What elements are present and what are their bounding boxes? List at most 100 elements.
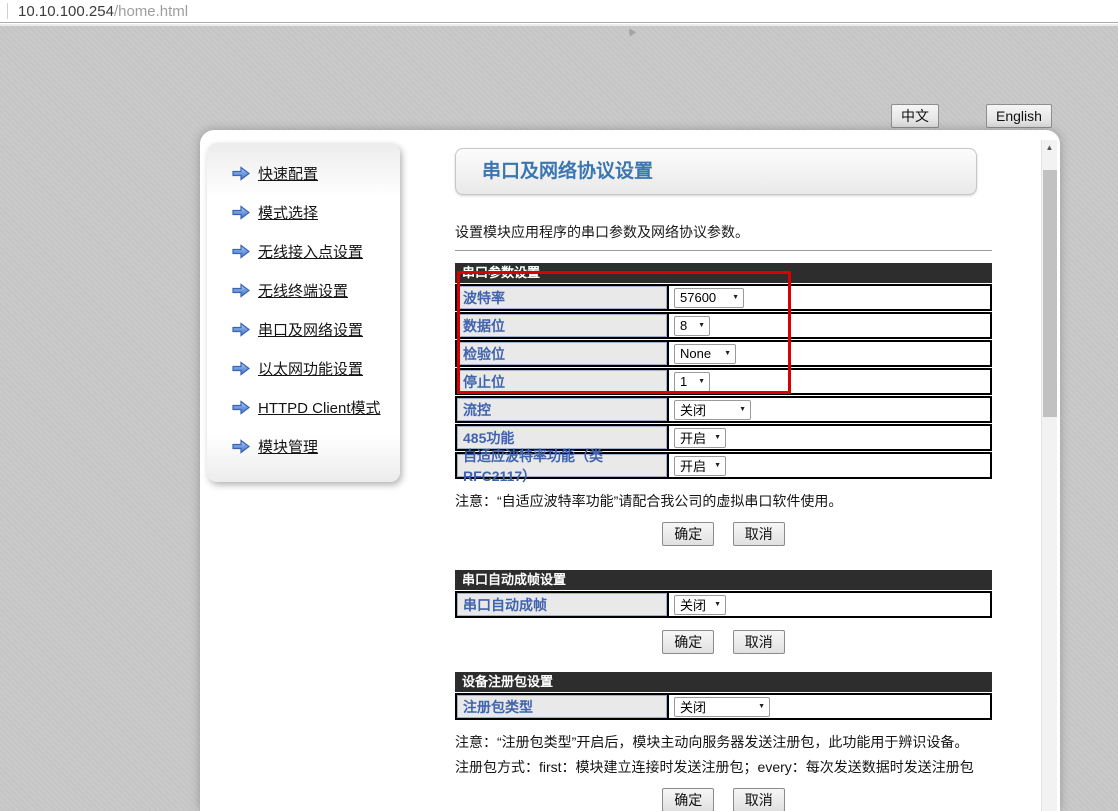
sidebar-item[interactable]: HTTPD Client模式: [232, 388, 400, 427]
sidebar-link[interactable]: 串口及网络设置: [258, 319, 363, 340]
cancel-button[interactable]: 取消: [733, 788, 785, 811]
param-value-cell: 开启 ▼: [669, 454, 990, 477]
dropdown-caret-icon: ▼: [724, 350, 731, 357]
sidebar-link[interactable]: 无线接入点设置: [258, 241, 363, 262]
sidebar-link[interactable]: 模块管理: [258, 436, 318, 457]
content-panel: 快速配置 模式选择 无线接入点设置 无线终端设置: [200, 130, 1060, 811]
table-row: 数据位 8 ▼: [455, 312, 992, 339]
settings-section: 设备注册包设置 注册包类型 关闭 ▼ 注意：“注册包类型”开启后，模块主动向服务…: [455, 672, 992, 811]
settings-section: 串口参数设置 波特率 57600 ▼ 数据位 8 ▼ 检验位 None ▼: [455, 263, 992, 546]
sidebar-link[interactable]: 无线终端设置: [258, 280, 348, 301]
settings-table: 串口参数设置 波特率 57600 ▼ 数据位 8 ▼ 检验位 None ▼: [455, 263, 992, 479]
param-select[interactable]: 开启 ▼: [674, 428, 726, 448]
param-select[interactable]: 开启 ▼: [674, 456, 726, 476]
chinese-language-button[interactable]: 中文: [891, 104, 939, 128]
main-content: 串口及网络协议设置 设置模块应用程序的串口参数及网络协议参数。 串口参数设置 波…: [455, 148, 992, 811]
page-title: 串口及网络协议设置: [455, 148, 977, 195]
ok-button[interactable]: 确定: [662, 630, 714, 654]
tab-separator: [7, 3, 8, 19]
sidebar-link[interactable]: 以太网功能设置: [258, 358, 363, 379]
settings-section: 串口自动成帧设置 串口自动成帧 关闭 ▼ 确定 取消: [455, 570, 992, 654]
param-value-cell: 1 ▼: [669, 370, 990, 393]
dropdown-caret-icon: ▼: [739, 406, 746, 413]
url-host: 10.10.100.254: [18, 3, 114, 20]
settings-table: 设备注册包设置 注册包类型 关闭 ▼: [455, 672, 992, 720]
select-value: 57600: [680, 290, 716, 305]
ok-button[interactable]: 确定: [662, 788, 714, 811]
sidebar-item[interactable]: 无线接入点设置: [232, 232, 400, 271]
param-select[interactable]: 57600 ▼: [674, 288, 744, 308]
scroll-up-icon[interactable]: ▲: [1042, 140, 1057, 156]
sidebar-item[interactable]: 模式选择: [232, 193, 400, 232]
param-select[interactable]: 8 ▼: [674, 316, 710, 336]
dropdown-caret-icon: ▼: [698, 322, 705, 329]
cancel-button[interactable]: 取消: [733, 522, 785, 546]
sidebar-link[interactable]: 模式选择: [258, 202, 318, 223]
sidebar-item[interactable]: 以太网功能设置: [232, 349, 400, 388]
button-row: 确定 取消: [455, 630, 992, 654]
table-row: 注册包类型 关闭 ▼: [455, 693, 992, 720]
select-value: 关闭: [680, 697, 706, 716]
button-row: 确定 取消: [455, 522, 992, 546]
button-row: 确定 取消: [455, 788, 992, 811]
arrow-right-icon: [232, 322, 250, 337]
divider: [455, 250, 992, 251]
arrow-right-icon: [232, 205, 250, 220]
dropdown-caret-icon: ▼: [714, 601, 721, 608]
param-label: 波特率: [457, 286, 669, 309]
arrow-right-icon: [232, 283, 250, 298]
param-label: 串口自动成帧: [457, 593, 669, 616]
table-header: 串口自动成帧设置: [455, 570, 992, 590]
select-value: 开启: [680, 456, 706, 475]
param-value-cell: 关闭 ▼: [669, 398, 990, 421]
param-label: 数据位: [457, 314, 669, 337]
note-text: 注意：“自适应波特率功能”请配合我公司的虚拟串口软件使用。: [455, 491, 992, 510]
url-text[interactable]: 10.10.100.254/home.html: [18, 3, 188, 20]
sidebar-item[interactable]: 无线终端设置: [232, 271, 400, 310]
english-language-button[interactable]: English: [986, 104, 1052, 128]
url-path: /home.html: [114, 3, 188, 20]
dropdown-caret-icon: ▼: [732, 294, 739, 301]
select-value: 开启: [680, 428, 706, 447]
arrow-right-icon: [232, 166, 250, 181]
param-value-cell: 关闭 ▼: [669, 593, 990, 616]
dropdown-caret-icon: ▼: [714, 434, 721, 441]
table-row: 检验位 None ▼: [455, 340, 992, 367]
dropdown-caret-icon: ▼: [714, 462, 721, 469]
sidebar-link[interactable]: HTTPD Client模式: [258, 397, 381, 418]
param-value-cell: None ▼: [669, 342, 990, 365]
sidebar-link[interactable]: 快速配置: [258, 163, 318, 184]
table-row: 流控 关闭 ▼: [455, 396, 992, 423]
param-label: 注册包类型: [457, 695, 669, 718]
note-text: 注册包方式：first：模块建立连接时发送注册包；every：每次发送数据时发送…: [455, 757, 992, 776]
scrollbar[interactable]: ▲: [1041, 140, 1057, 811]
param-select[interactable]: 关闭 ▼: [674, 697, 770, 717]
param-select[interactable]: 关闭 ▼: [674, 595, 726, 615]
param-select[interactable]: 1 ▼: [674, 372, 710, 392]
table-row: 停止位 1 ▼: [455, 368, 992, 395]
table-row: 串口自动成帧 关闭 ▼: [455, 591, 992, 618]
param-select[interactable]: None ▼: [674, 344, 736, 364]
table-row: 波特率 57600 ▼: [455, 284, 992, 311]
sidebar-item[interactable]: 模块管理: [232, 427, 400, 466]
settings-table: 串口自动成帧设置 串口自动成帧 关闭 ▼: [455, 570, 992, 618]
sidebar-item[interactable]: 串口及网络设置: [232, 310, 400, 349]
scrollbar-thumb[interactable]: [1043, 170, 1057, 417]
arrow-right-icon: [232, 361, 250, 376]
ok-button[interactable]: 确定: [662, 522, 714, 546]
param-label: 检验位: [457, 342, 669, 365]
sidebar: 快速配置 模式选择 无线接入点设置 无线终端设置: [207, 143, 400, 482]
sidebar-item[interactable]: 快速配置: [232, 154, 400, 193]
param-select[interactable]: 关闭 ▼: [674, 400, 751, 420]
dropdown-caret-icon: ▼: [758, 703, 765, 710]
select-value: 1: [680, 374, 687, 389]
param-label: 停止位: [457, 370, 669, 393]
arrow-right-icon: [232, 439, 250, 454]
table-row: 自适应波特率功能（类RFC2117） 开启 ▼: [455, 452, 992, 479]
dropdown-caret-icon: ▼: [698, 378, 705, 385]
browser-url-bar[interactable]: 10.10.100.254/home.html: [0, 0, 1118, 23]
select-value: 8: [680, 318, 687, 333]
param-value-cell: 开启 ▼: [669, 426, 990, 449]
cancel-button[interactable]: 取消: [733, 630, 785, 654]
arrow-right-icon: [232, 244, 250, 259]
